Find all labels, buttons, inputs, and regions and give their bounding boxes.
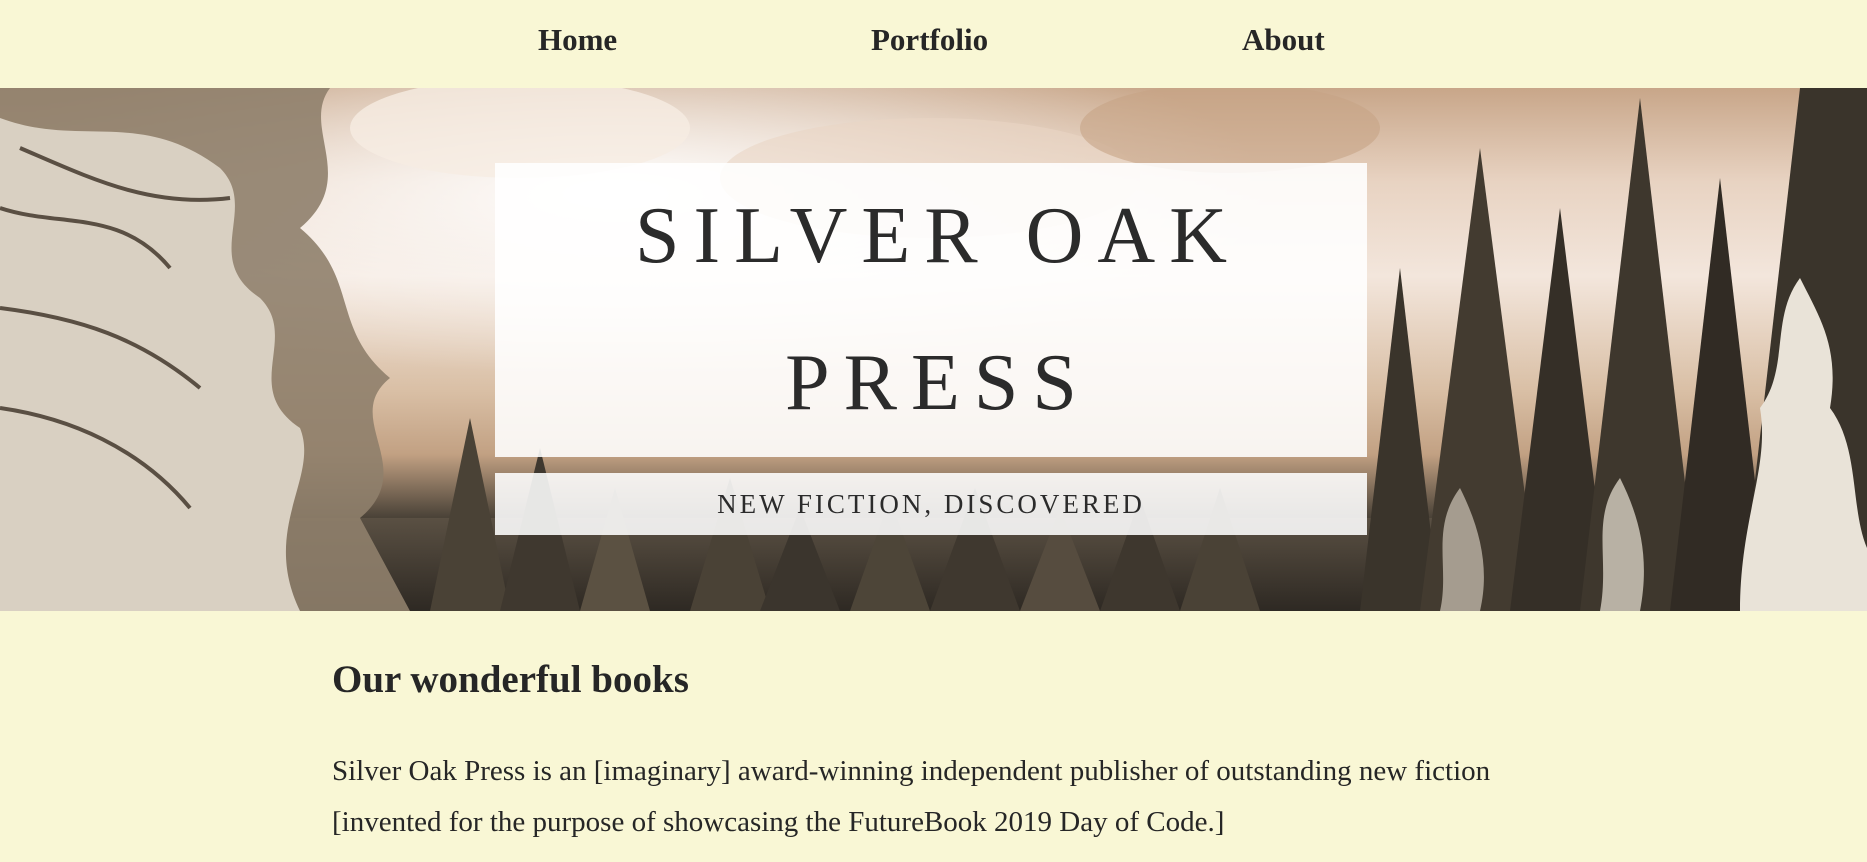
site-title-line-2: PRESS — [785, 339, 1091, 427]
top-navigation: Home Portfolio About — [0, 0, 1867, 88]
nav-link-home[interactable]: Home — [538, 22, 617, 58]
site-title-line-1: SILVER OAK — [635, 192, 1241, 280]
site-title-panel: SILVER OAK PRESS — [495, 163, 1367, 457]
tagline-panel: NEW FICTION, DISCOVERED — [495, 473, 1367, 535]
site-tagline: NEW FICTION, DISCOVERED — [717, 489, 1145, 519]
hero-banner: SILVER OAK PRESS NEW FICTION, DISCOVERED — [0, 88, 1867, 611]
nav-link-portfolio[interactable]: Portfolio — [871, 22, 988, 58]
nav-link-about[interactable]: About — [1242, 22, 1325, 58]
section-heading: Our wonderful books — [332, 658, 689, 701]
main-content: Our wonderful books Silver Oak Press is … — [332, 652, 1552, 848]
intro-paragraph: Silver Oak Press is an [imaginary] award… — [332, 755, 1491, 838]
